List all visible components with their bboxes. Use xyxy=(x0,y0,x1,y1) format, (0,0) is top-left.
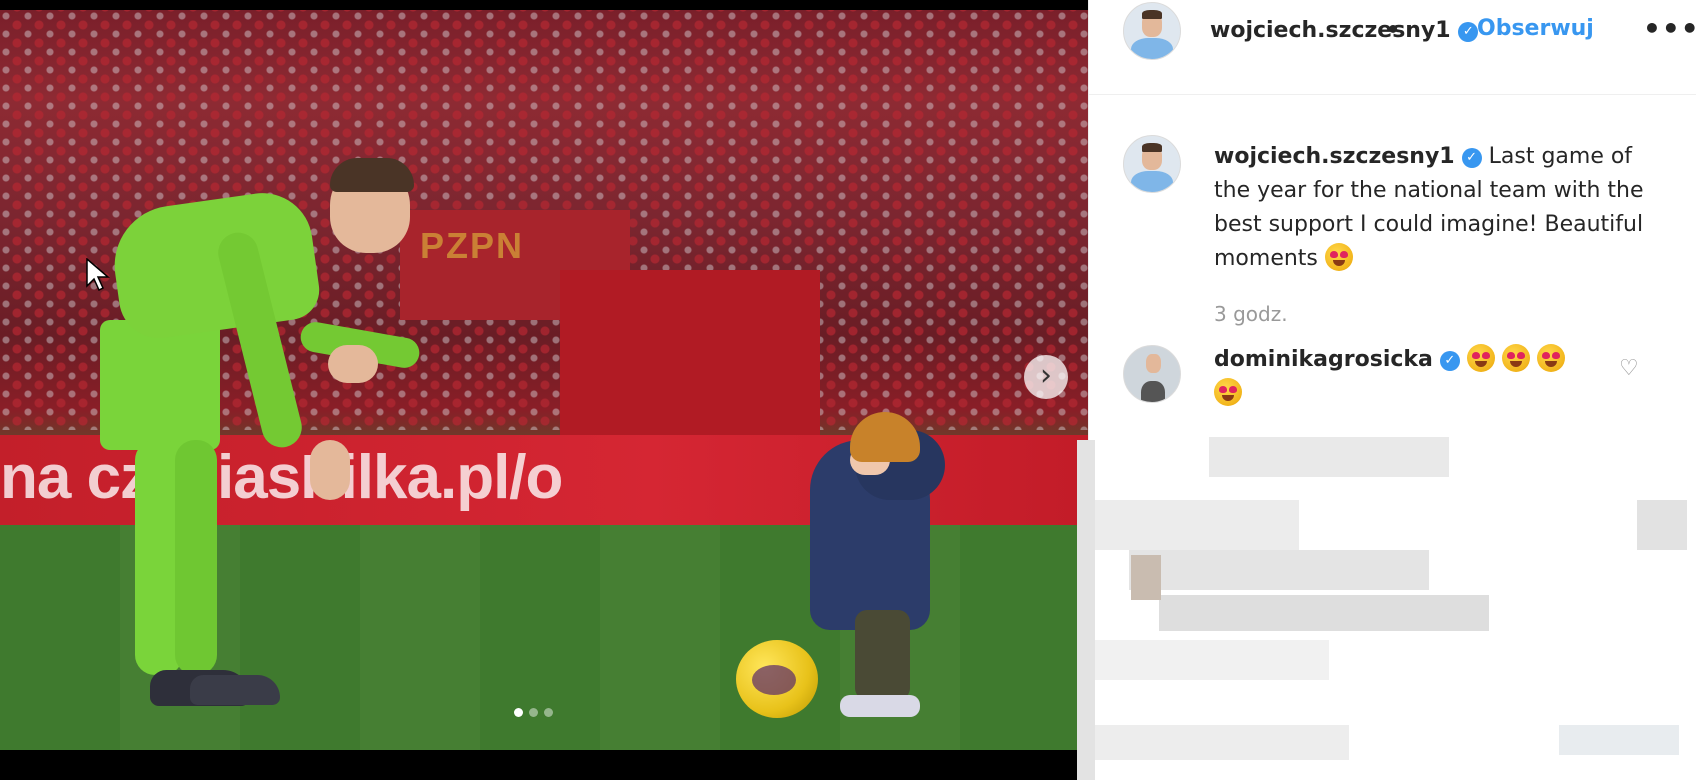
carousel-dot xyxy=(544,708,553,717)
heart-eyes-emoji-icon xyxy=(1214,378,1242,406)
heart-eyes-emoji-icon xyxy=(1501,344,1530,372)
goalkeeper-hand xyxy=(310,440,350,500)
pixelated-region xyxy=(1131,555,1161,600)
caption-avatar[interactable] xyxy=(1123,135,1181,193)
header-username-link[interactable]: wojciech.szczesny1 xyxy=(1210,18,1451,43)
verified-badge-icon: ✓ xyxy=(1439,351,1460,371)
verified-badge-icon: ✓ xyxy=(1461,148,1482,168)
heart-outline-icon[interactable]: ♡ xyxy=(1619,356,1639,381)
goalkeeper-hand xyxy=(328,345,378,383)
comment-avatar[interactable] xyxy=(1123,345,1181,403)
heart-eyes-emoji-icon xyxy=(1536,344,1565,372)
chevron-right-icon[interactable]: › xyxy=(1024,355,1068,399)
separator-bullet: • xyxy=(1386,18,1401,43)
goalkeeper-hair xyxy=(330,158,414,192)
comment: dominikagrosicka ✓ xyxy=(1214,343,1614,411)
tunnel-sign-text: PZPN xyxy=(420,225,525,266)
post-caption: wojciech.szczesny1 ✓ Last game of the ye… xyxy=(1214,140,1654,276)
more-options-icon[interactable]: ••• xyxy=(1643,12,1696,45)
post-sidebar: wojciech.szczesny1 ✓ • Obserwuj ••• wojc… xyxy=(1077,0,1696,780)
pixelated-region xyxy=(1077,440,1095,780)
pixelated-region xyxy=(1129,550,1429,590)
comment-username[interactable]: dominikagrosicka xyxy=(1214,347,1433,372)
child-pants xyxy=(855,610,910,700)
pixelated-region xyxy=(1089,640,1329,680)
pixelated-region xyxy=(1559,725,1679,755)
carousel-dots xyxy=(514,702,559,721)
football-pattern xyxy=(752,665,796,695)
pixelated-region xyxy=(1209,437,1449,477)
pixelated-region xyxy=(1089,725,1349,760)
follow-button[interactable]: Obserwuj xyxy=(1477,16,1594,41)
pixelated-region xyxy=(1089,500,1299,550)
goalkeeper-boot xyxy=(190,675,280,705)
carousel-dot-active xyxy=(514,708,523,717)
pixelated-region xyxy=(1159,595,1489,631)
avatar[interactable] xyxy=(1123,2,1181,60)
post-timestamp[interactable]: 3 godz. xyxy=(1214,302,1288,326)
carousel-dot xyxy=(529,708,538,717)
heart-eyes-emoji-icon xyxy=(1466,344,1495,372)
ad-banner-text: na czysiasPilka.pl/o xyxy=(0,443,563,512)
goalkeeper-leg xyxy=(175,440,217,675)
goalkeeper-shorts xyxy=(100,320,220,450)
header-username[interactable]: wojciech.szczesny1 ✓ xyxy=(1210,18,1479,43)
child-shoes xyxy=(840,695,920,717)
heart-eyes-emoji-icon xyxy=(1324,243,1353,271)
verified-badge-icon: ✓ xyxy=(1458,22,1479,42)
pixelated-region xyxy=(1637,500,1687,550)
post-header: wojciech.szczesny1 ✓ • Obserwuj ••• xyxy=(1089,0,1696,95)
post-photo[interactable]: PZPN na czysiasPilka.pl/o › xyxy=(0,0,1088,780)
caption-username[interactable]: wojciech.szczesny1 xyxy=(1214,144,1455,169)
tunnel-wall xyxy=(560,270,820,440)
